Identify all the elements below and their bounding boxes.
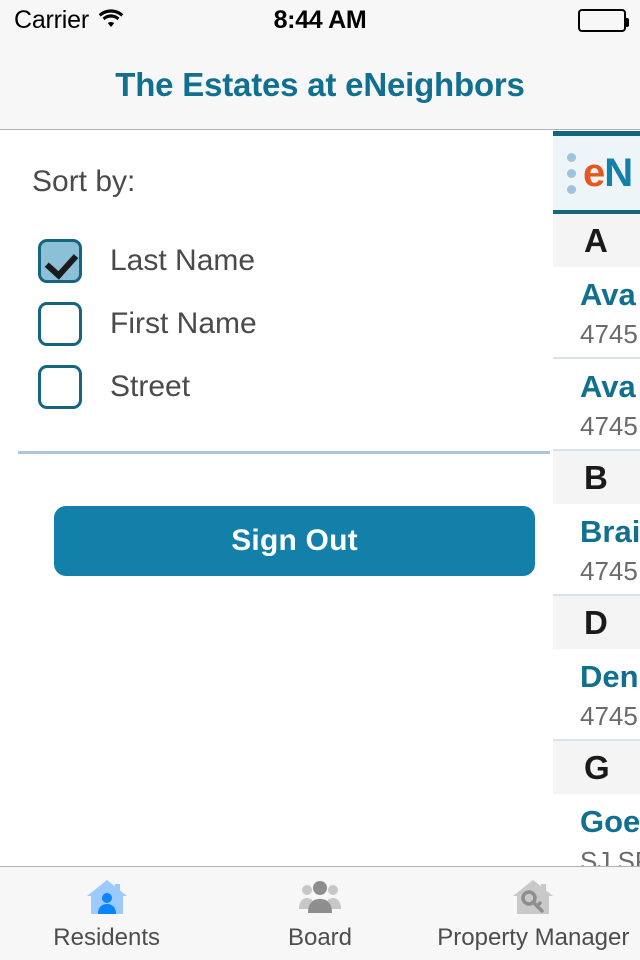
resident-address: SJ SPR bbox=[580, 846, 640, 866]
resident-row[interactable]: Goe SJ SPR bbox=[553, 794, 640, 866]
status-bar: Carrier 8:44 AM bbox=[0, 0, 640, 40]
clock-label: 8:44 AM bbox=[273, 5, 367, 34]
nav-bar: The Estates at eNeighbors bbox=[0, 40, 640, 130]
resident-row[interactable]: Den 4745 W bbox=[553, 649, 640, 741]
tab-residents[interactable]: Residents bbox=[0, 867, 213, 960]
resident-address: 4745 W bbox=[580, 556, 640, 586]
resident-name: Den bbox=[580, 659, 639, 694]
house-person-icon bbox=[84, 875, 130, 917]
section-header: G bbox=[553, 741, 640, 794]
page-title: The Estates at eNeighbors bbox=[115, 65, 525, 103]
tab-label: Board bbox=[287, 924, 353, 951]
sort-option-label: Last Name bbox=[110, 244, 256, 277]
eneighbors-logo: eN bbox=[583, 150, 633, 196]
tab-label: Residents bbox=[53, 924, 161, 951]
wifi-icon bbox=[98, 8, 124, 33]
resident-row[interactable]: Ava 4745 W bbox=[553, 267, 640, 359]
resident-row[interactable]: Brai 4745 W bbox=[553, 504, 640, 596]
tab-label: Property Manager bbox=[437, 924, 630, 951]
phone-screen: Carrier 8:44 AM The Estates at eNeighbor… bbox=[0, 0, 640, 960]
battery-full-icon bbox=[578, 8, 629, 32]
sort-by-label: Sort by: bbox=[32, 165, 136, 198]
resident-address: 4745 W bbox=[580, 411, 640, 441]
sort-option-street[interactable]: Street bbox=[38, 362, 190, 412]
checkbox-street[interactable] bbox=[38, 365, 82, 409]
status-bar-left: Carrier bbox=[14, 6, 124, 35]
resident-address: 4745 W bbox=[580, 319, 640, 349]
resident-address: 4745 W bbox=[580, 701, 640, 731]
resident-name: Ava bbox=[580, 277, 636, 312]
checkbox-last-name[interactable] bbox=[38, 239, 82, 283]
tab-bar: Residents Board Property Manager bbox=[0, 866, 640, 960]
sort-option-first-name[interactable]: First Name bbox=[38, 299, 257, 349]
logo-letter-n: N bbox=[604, 150, 633, 195]
residents-list-panel[interactable]: eN A Ava 4745 W Ava 4745 W B Brai 4745 W… bbox=[553, 131, 640, 866]
resident-row[interactable]: Ava 4745 W bbox=[553, 359, 640, 451]
section-header: B bbox=[553, 451, 640, 504]
sort-option-label: Street bbox=[110, 370, 191, 403]
checkbox-first-name[interactable] bbox=[38, 302, 82, 346]
resident-name: Ava bbox=[580, 369, 636, 404]
carrier-label: Carrier bbox=[14, 5, 89, 34]
logo-letter-e: e bbox=[583, 150, 605, 195]
sort-option-last-name[interactable]: Last Name bbox=[38, 236, 255, 286]
status-bar-right bbox=[578, 8, 629, 32]
settings-pane: Sort by: Last Name First Name Street Sig… bbox=[0, 131, 640, 866]
tab-board[interactable]: Board bbox=[213, 867, 426, 960]
sort-option-label: First Name bbox=[110, 307, 257, 340]
tab-property-manager[interactable]: Property Manager bbox=[427, 867, 640, 960]
section-header: D bbox=[553, 596, 640, 649]
people-group-icon bbox=[297, 875, 343, 917]
sign-out-button[interactable]: Sign Out bbox=[54, 506, 535, 576]
house-key-icon bbox=[510, 875, 556, 917]
section-header: A bbox=[553, 214, 640, 267]
resident-name: Brai bbox=[580, 514, 640, 549]
kebab-menu-icon[interactable] bbox=[567, 152, 576, 194]
resident-name: Goe bbox=[580, 804, 640, 839]
panel-logo-bar: eN bbox=[553, 136, 640, 214]
section-divider bbox=[18, 451, 550, 454]
